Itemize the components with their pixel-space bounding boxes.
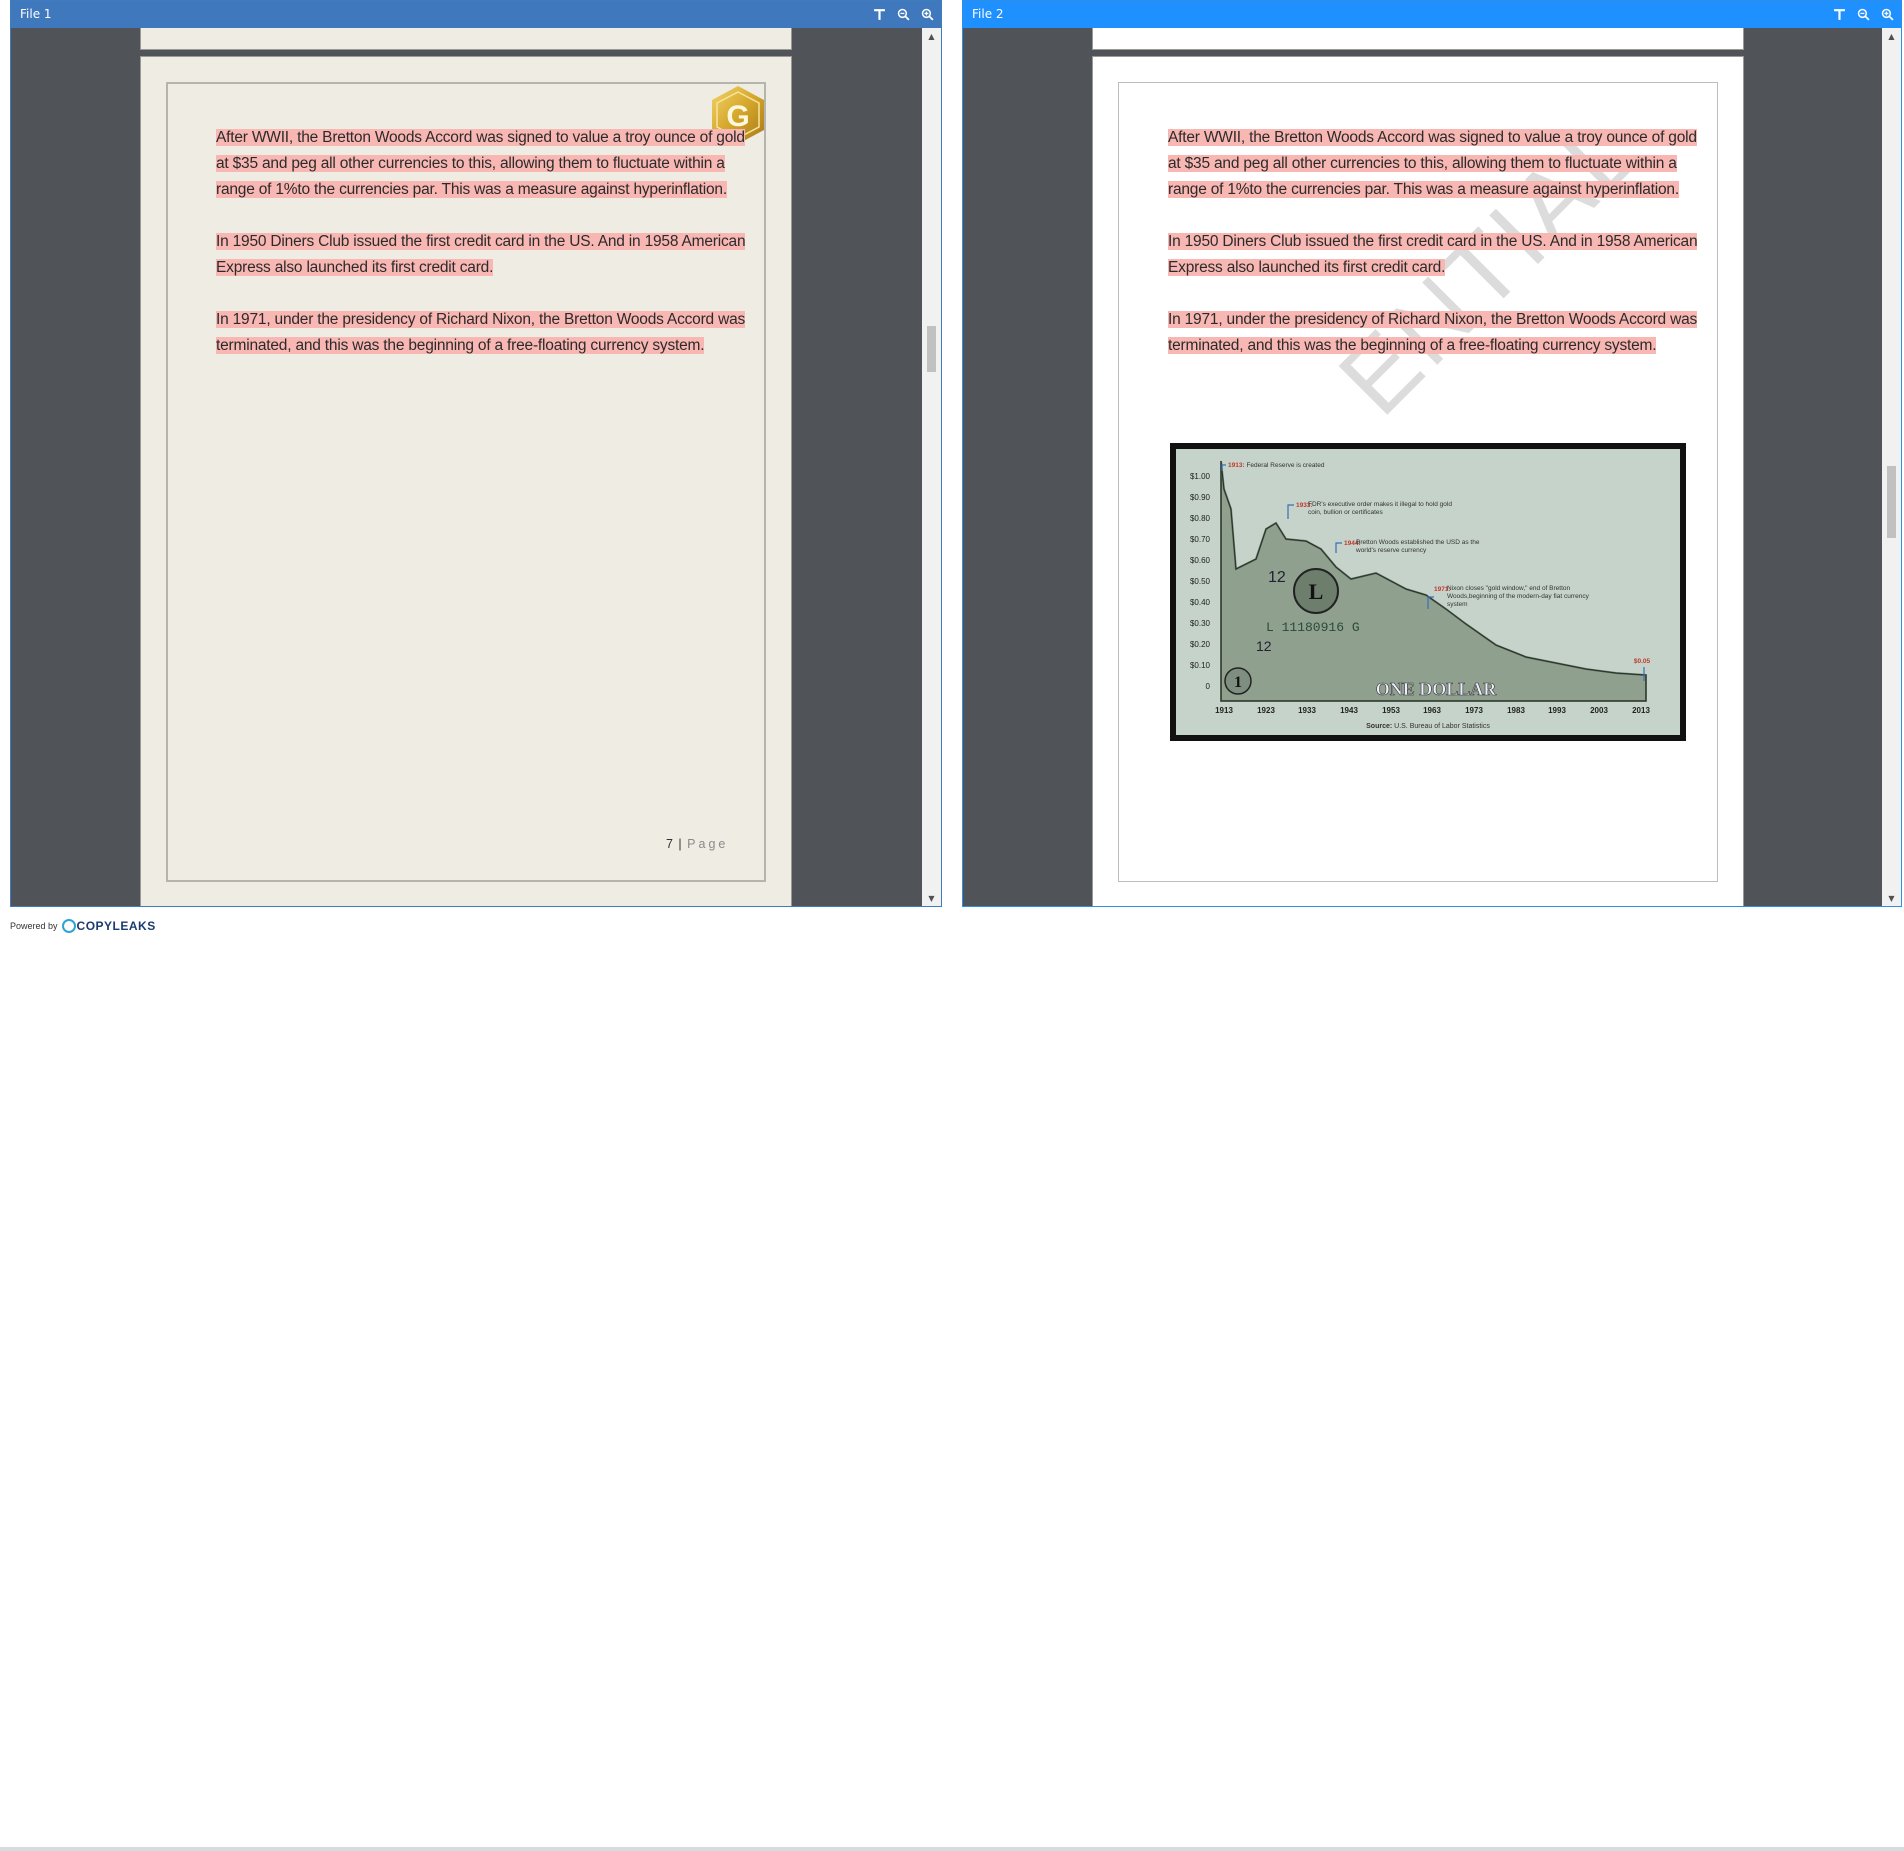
file-2-pane: File 2 ENTIAL After WWII, the Bretton Wo… (962, 0, 1902, 907)
highlighted-match[interactable]: In 1950 Diners Club issued the first cre… (1168, 233, 1698, 276)
y-tick: $0.10 (1190, 661, 1211, 670)
dollar-chart-graphic: L 12 L 11180916 G 12 1 ONE DOLLAR $1.00 … (1176, 449, 1680, 735)
previous-page-bottom (1092, 28, 1744, 50)
annotation-1944-text: Bretton Woods established the USD as the… (1356, 539, 1480, 554)
paragraph: In 1950 Diners Club issued the first cre… (216, 229, 746, 281)
footer: Powered by COPYLEAKS (0, 907, 1904, 1851)
highlighted-match[interactable]: In 1971, under the presidency of Richard… (216, 311, 745, 354)
page-word: Page (687, 837, 729, 851)
file-1-toolbar (871, 1, 935, 28)
paragraph: After WWII, the Bretton Woods Accord was… (216, 125, 746, 203)
highlighted-match[interactable]: After WWII, the Bretton Woods Accord was… (216, 129, 745, 198)
page-text: After WWII, the Bretton Woods Accord was… (216, 125, 746, 385)
y-axis-ticks: $1.00 $0.90 $0.80 $0.70 $0.60 $0.50 $0.4… (1190, 472, 1211, 691)
paragraph: In 1950 Diners Club issued the first cre… (1168, 229, 1698, 281)
x-tick: 1953 (1382, 706, 1400, 715)
copyleaks-mark-icon (61, 919, 76, 933)
document-page: G After WWII, the Bretton Woods Accord w… (140, 56, 792, 906)
file-1-viewport[interactable]: G After WWII, the Bretton Woods Accord w… (11, 28, 922, 906)
zoom-in-icon[interactable] (919, 7, 935, 23)
scroll-thumb[interactable] (1887, 466, 1896, 538)
scroll-down-arrow-icon[interactable]: ▼ (922, 890, 941, 906)
y-tick: $0.20 (1190, 640, 1211, 649)
copyleaks-logo[interactable]: COPYLEAKS (61, 919, 156, 933)
copyleaks-brand-text: COPYLEAKS (76, 919, 156, 933)
highlighted-match[interactable]: After WWII, the Bretton Woods Accord was… (1168, 129, 1697, 198)
x-tick: 1933 (1298, 706, 1316, 715)
x-tick: 2003 (1590, 706, 1608, 715)
zoom-in-icon[interactable] (1879, 7, 1895, 23)
bill-one-numeral: 1 (1234, 674, 1242, 691)
text-tool-icon[interactable] (1831, 7, 1847, 23)
paragraph: In 1971, under the presidency of Richard… (216, 307, 746, 359)
file-1-titlebar: File 1 (11, 1, 941, 28)
x-tick: 1973 (1465, 706, 1483, 715)
file-2-title: File 2 (972, 7, 1004, 21)
page-number-value: 7 (666, 837, 674, 851)
x-tick: 1993 (1548, 706, 1566, 715)
x-tick: 1983 (1507, 706, 1525, 715)
x-tick: 1943 (1340, 706, 1358, 715)
y-tick: $0.80 (1190, 514, 1211, 523)
y-tick: $0.30 (1190, 619, 1211, 628)
y-tick: $0.40 (1190, 598, 1211, 607)
x-axis-ticks: 1913 1923 1933 1943 1953 1963 1973 1983 … (1215, 706, 1650, 715)
bill-lower-number: 12 (1256, 638, 1272, 654)
file-1-pane: File 1 G After WWII, the Bretton Woods A… (10, 0, 942, 907)
bottom-strip (0, 1847, 1904, 1851)
page-text: After WWII, the Bretton Woods Accord was… (1168, 125, 1698, 385)
paragraph: In 1971, under the presidency of Richard… (1168, 307, 1698, 359)
bill-serial: L 11180916 G (1266, 620, 1360, 635)
y-tick: $0.60 (1190, 556, 1211, 565)
file-2-toolbar (1831, 1, 1895, 28)
bill-one-dollar: ONE DOLLAR (1376, 679, 1498, 699)
file-2-scrollbar[interactable]: ▲ ▼ (1882, 28, 1901, 906)
zoom-out-icon[interactable] (1855, 7, 1871, 23)
end-value-label: $0.05 (1634, 658, 1651, 665)
scroll-thumb[interactable] (927, 326, 936, 372)
dollar-purchasing-power-image: L 12 L 11180916 G 12 1 ONE DOLLAR $1.00 … (1170, 443, 1686, 741)
x-tick: 2013 (1632, 706, 1650, 715)
annotation-1971-text: Nixon closes "gold window," end of Brett… (1447, 585, 1589, 608)
scroll-up-arrow-icon[interactable]: ▲ (922, 28, 941, 44)
y-tick: $0.90 (1190, 493, 1211, 502)
powered-by: Powered by COPYLEAKS (10, 919, 156, 933)
annotation-1933-text: FDR's executive order makes it illegal t… (1308, 501, 1452, 516)
annotation-1913: 1913: Federal Reserve is created (1228, 462, 1325, 469)
highlighted-match[interactable]: In 1950 Diners Club issued the first cre… (216, 233, 746, 276)
zoom-out-icon[interactable] (895, 7, 911, 23)
powered-by-label: Powered by (10, 921, 58, 931)
previous-page-bottom (140, 28, 792, 50)
file-2-titlebar: File 2 (963, 1, 1901, 28)
file-1-scrollbar[interactable]: ▲ ▼ (922, 28, 941, 906)
page-number-separator: | (673, 837, 688, 851)
highlighted-match[interactable]: In 1971, under the presidency of Richard… (1168, 311, 1697, 354)
x-tick: 1923 (1257, 706, 1275, 715)
paragraph: After WWII, the Bretton Woods Accord was… (1168, 125, 1698, 203)
file-2-viewport[interactable]: ENTIAL After WWII, the Bretton Woods Acc… (963, 28, 1882, 906)
chart-source: Source: U.S. Bureau of Labor Statistics (1366, 723, 1490, 730)
bill-corner-number: 12 (1268, 569, 1286, 586)
y-tick: 0 (1206, 682, 1211, 691)
y-tick: $0.70 (1190, 535, 1211, 544)
file-1-title: File 1 (20, 7, 52, 21)
x-tick: 1913 (1215, 706, 1233, 715)
page-number: 7 | Page (666, 837, 728, 851)
x-tick: 1963 (1423, 706, 1441, 715)
y-tick: $1.00 (1190, 472, 1211, 481)
scroll-up-arrow-icon[interactable]: ▲ (1882, 28, 1901, 44)
bill-seal-letter: L (1309, 579, 1324, 604)
document-page: ENTIAL After WWII, the Bretton Woods Acc… (1092, 56, 1744, 906)
y-tick: $0.50 (1190, 577, 1211, 586)
text-tool-icon[interactable] (871, 7, 887, 23)
scroll-down-arrow-icon[interactable]: ▼ (1882, 890, 1901, 906)
